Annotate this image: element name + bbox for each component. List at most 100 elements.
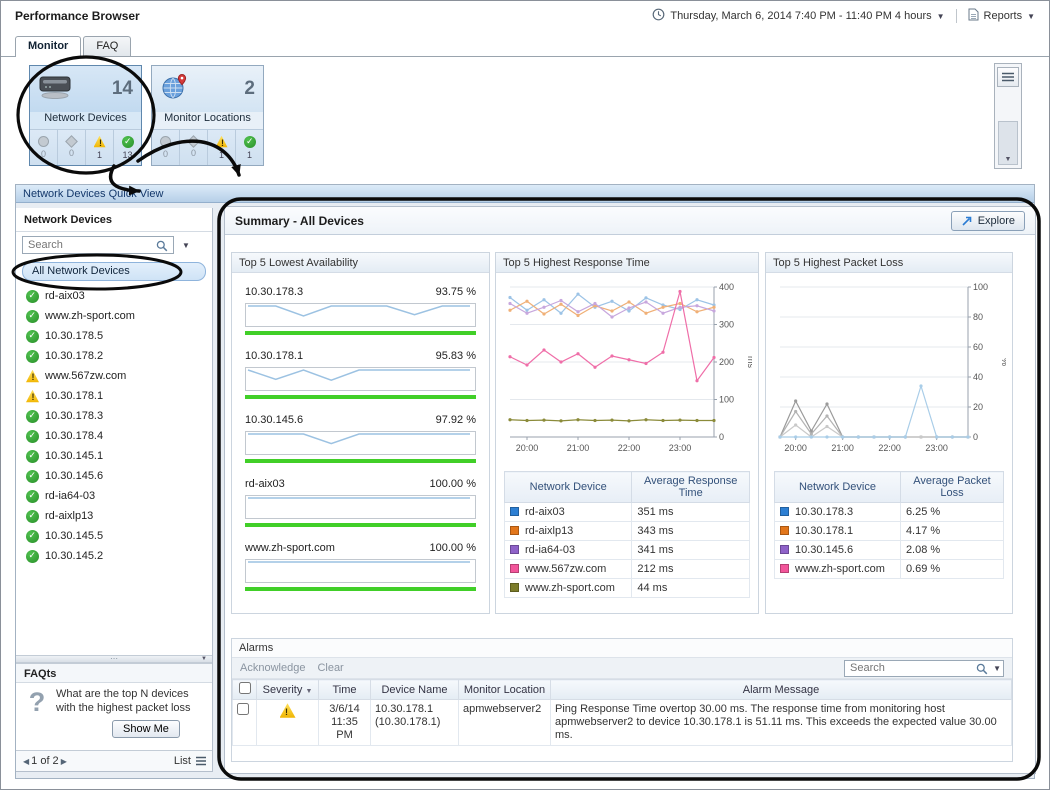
device-list-item[interactable]: 10.30.178.3 [16,406,212,426]
avg-response-time: 351 ms [632,503,750,522]
svg-text:20:00: 20:00 [784,443,807,453]
device-list-item[interactable]: 10.30.145.2 [16,546,212,566]
device-list-item[interactable]: 10.30.145.6 [16,466,212,486]
reports-menu[interactable]: Reports [984,10,1023,22]
tile-network-devices[interactable]: 14 Network Devices 0 0 1 13 [29,65,142,166]
svg-text:21:00: 21:00 [567,443,590,453]
table-row[interactable]: www.zh-sport.com0.69 % [775,560,1004,579]
column-header-time[interactable]: Time [319,680,371,700]
search-input[interactable] [22,236,174,254]
column-header-severity[interactable]: Severity ▼ [257,680,319,700]
device-name: rd-aixlp13 [45,510,93,522]
splitter-collapse-icon[interactable]: ▼ [198,656,210,662]
column-header: Average Response Time [632,472,750,503]
search-options-caret-icon[interactable]: ▼ [993,664,1001,673]
availability-sparkline [245,431,476,455]
series-color-swatch [510,507,519,516]
alarm-row[interactable]: 3/6/14 11:35 PM 10.30.178.1 (10.30.178.1… [233,700,1012,746]
series-color-swatch [510,564,519,573]
device-list-item[interactable]: www.567zw.com [16,366,212,386]
device-list-item[interactable]: rd-aixlp13 [16,506,212,526]
page-prev-icon[interactable]: ◀ [21,757,31,766]
device-name: www.zh-sport.com [45,310,135,322]
device-list-item[interactable]: rd-aix03 [16,286,212,306]
tile-list-button[interactable] [997,67,1019,87]
avg-packet-loss: 2.08 % [900,541,1003,560]
search-icon[interactable] [976,663,988,678]
table-row[interactable]: 10.30.145.62.08 % [775,541,1004,560]
warning-status-icon [94,136,106,148]
select-all-checkbox[interactable] [239,682,251,694]
alarm-message: Ping Response Time overtop 30.00 ms. The… [551,700,1012,746]
response-time-box: Top 5 Highest Response Time 010020030040… [495,252,759,614]
tab-monitor[interactable]: Monitor [15,36,81,57]
alarm-severity-icon [280,703,296,718]
device-list-item[interactable]: 10.30.178.5 [16,326,212,346]
warning-count: 1 [219,150,224,160]
column-header-message[interactable]: Alarm Message [551,680,1012,700]
tile-scrollbar[interactable]: ▼ [998,121,1018,165]
alarm-checkbox[interactable] [237,703,249,715]
device-list-item[interactable]: 10.30.145.5 [16,526,212,546]
availability-box: Top 5 Lowest Availability 10.30.178.393.… [231,252,490,614]
panel-splitter[interactable]: ⋯▼ [16,655,212,663]
device-list-item[interactable]: www.zh-sport.com [16,306,212,326]
table-row[interactable]: www.zh-sport.com44 ms [505,579,750,598]
list-view-toggle[interactable]: List [174,755,207,767]
search-options-caret-icon[interactable]: ▼ [182,241,190,250]
tile-monitor-locations[interactable]: 2 Monitor Locations 0 0 1 1 [151,65,264,166]
table-row[interactable]: rd-ia64-03341 ms [505,541,750,560]
table-row[interactable]: 10.30.178.14.17 % [775,522,1004,541]
reports-caret-icon[interactable]: ▼ [1027,12,1035,21]
faq-question: What are the top N devices with the high… [56,687,206,715]
column-header-location[interactable]: Monitor Location [459,680,551,700]
availability-device: www.zh-sport.com [245,542,335,554]
table-row[interactable]: www.567zw.com212 ms [505,560,750,579]
explore-button[interactable]: Explore [951,211,1025,231]
scroll-down-icon[interactable]: ▼ [999,156,1017,163]
table-row[interactable]: rd-aix03351 ms [505,503,750,522]
table-row[interactable]: rd-aixlp13343 ms [505,522,750,541]
all-network-devices-item[interactable]: All Network Devices [22,262,206,281]
svg-text:23:00: 23:00 [669,443,692,453]
page-indicator: 1 of 2 [31,755,59,767]
table-row[interactable]: 10.30.178.36.25 % [775,503,1004,522]
page-next-icon[interactable]: ▶ [59,757,69,766]
show-me-button[interactable]: Show Me [112,720,180,738]
column-header-device[interactable]: Device Name [371,680,459,700]
series-color-swatch [780,564,789,573]
availability-bar [245,587,476,591]
device-status-icon [26,550,39,563]
series-color-swatch [510,545,519,554]
tab-faq[interactable]: FAQ [83,36,131,56]
device-name: www.567zw.com [525,563,606,575]
device-list-item[interactable]: 10.30.145.1 [16,446,212,466]
column-header: Average Packet Loss [900,472,1003,503]
alarms-toolbar: Acknowledge Clear ▼ [232,657,1012,679]
acknowledge-button[interactable]: Acknowledge [240,662,305,674]
device-status-icon [26,390,39,403]
clear-button[interactable]: Clear [317,662,343,674]
critical-status-icon [65,135,78,148]
availability-sparkline [245,559,476,583]
quick-view-container: Network Devices Quick View Network Devic… [15,184,1035,779]
response-time-table: Network DeviceAverage Response Time rd-a… [504,471,750,598]
series-color-swatch [780,526,789,535]
device-list-item[interactable]: 10.30.178.1 [16,386,212,406]
time-range-caret-icon[interactable]: ▼ [937,12,945,21]
device-name: 10.30.178.4 [45,430,103,442]
device-status-icon [26,330,39,343]
device-search-row: ▼ [16,232,212,260]
device-list-item[interactable]: rd-ia64-03 [16,486,212,506]
availability-row: rd-aix03100.00 % [245,476,476,527]
svg-text:ms: ms [746,356,752,368]
time-range-selector[interactable]: Thursday, March 6, 2014 7:40 PM - 11:40 … [670,10,931,22]
critical-status-icon [187,135,200,148]
device-list-item[interactable]: 10.30.178.4 [16,426,212,446]
avg-packet-loss: 4.17 % [900,522,1003,541]
device-list-item[interactable]: 10.30.178.2 [16,346,212,366]
tile-label: Network Devices [30,112,141,129]
packet-loss-box: Top 5 Highest Packet Loss 02040608010020… [765,252,1013,614]
faqts-body: ? What are the top N devices with the hi… [16,683,212,750]
search-icon[interactable] [156,240,168,255]
